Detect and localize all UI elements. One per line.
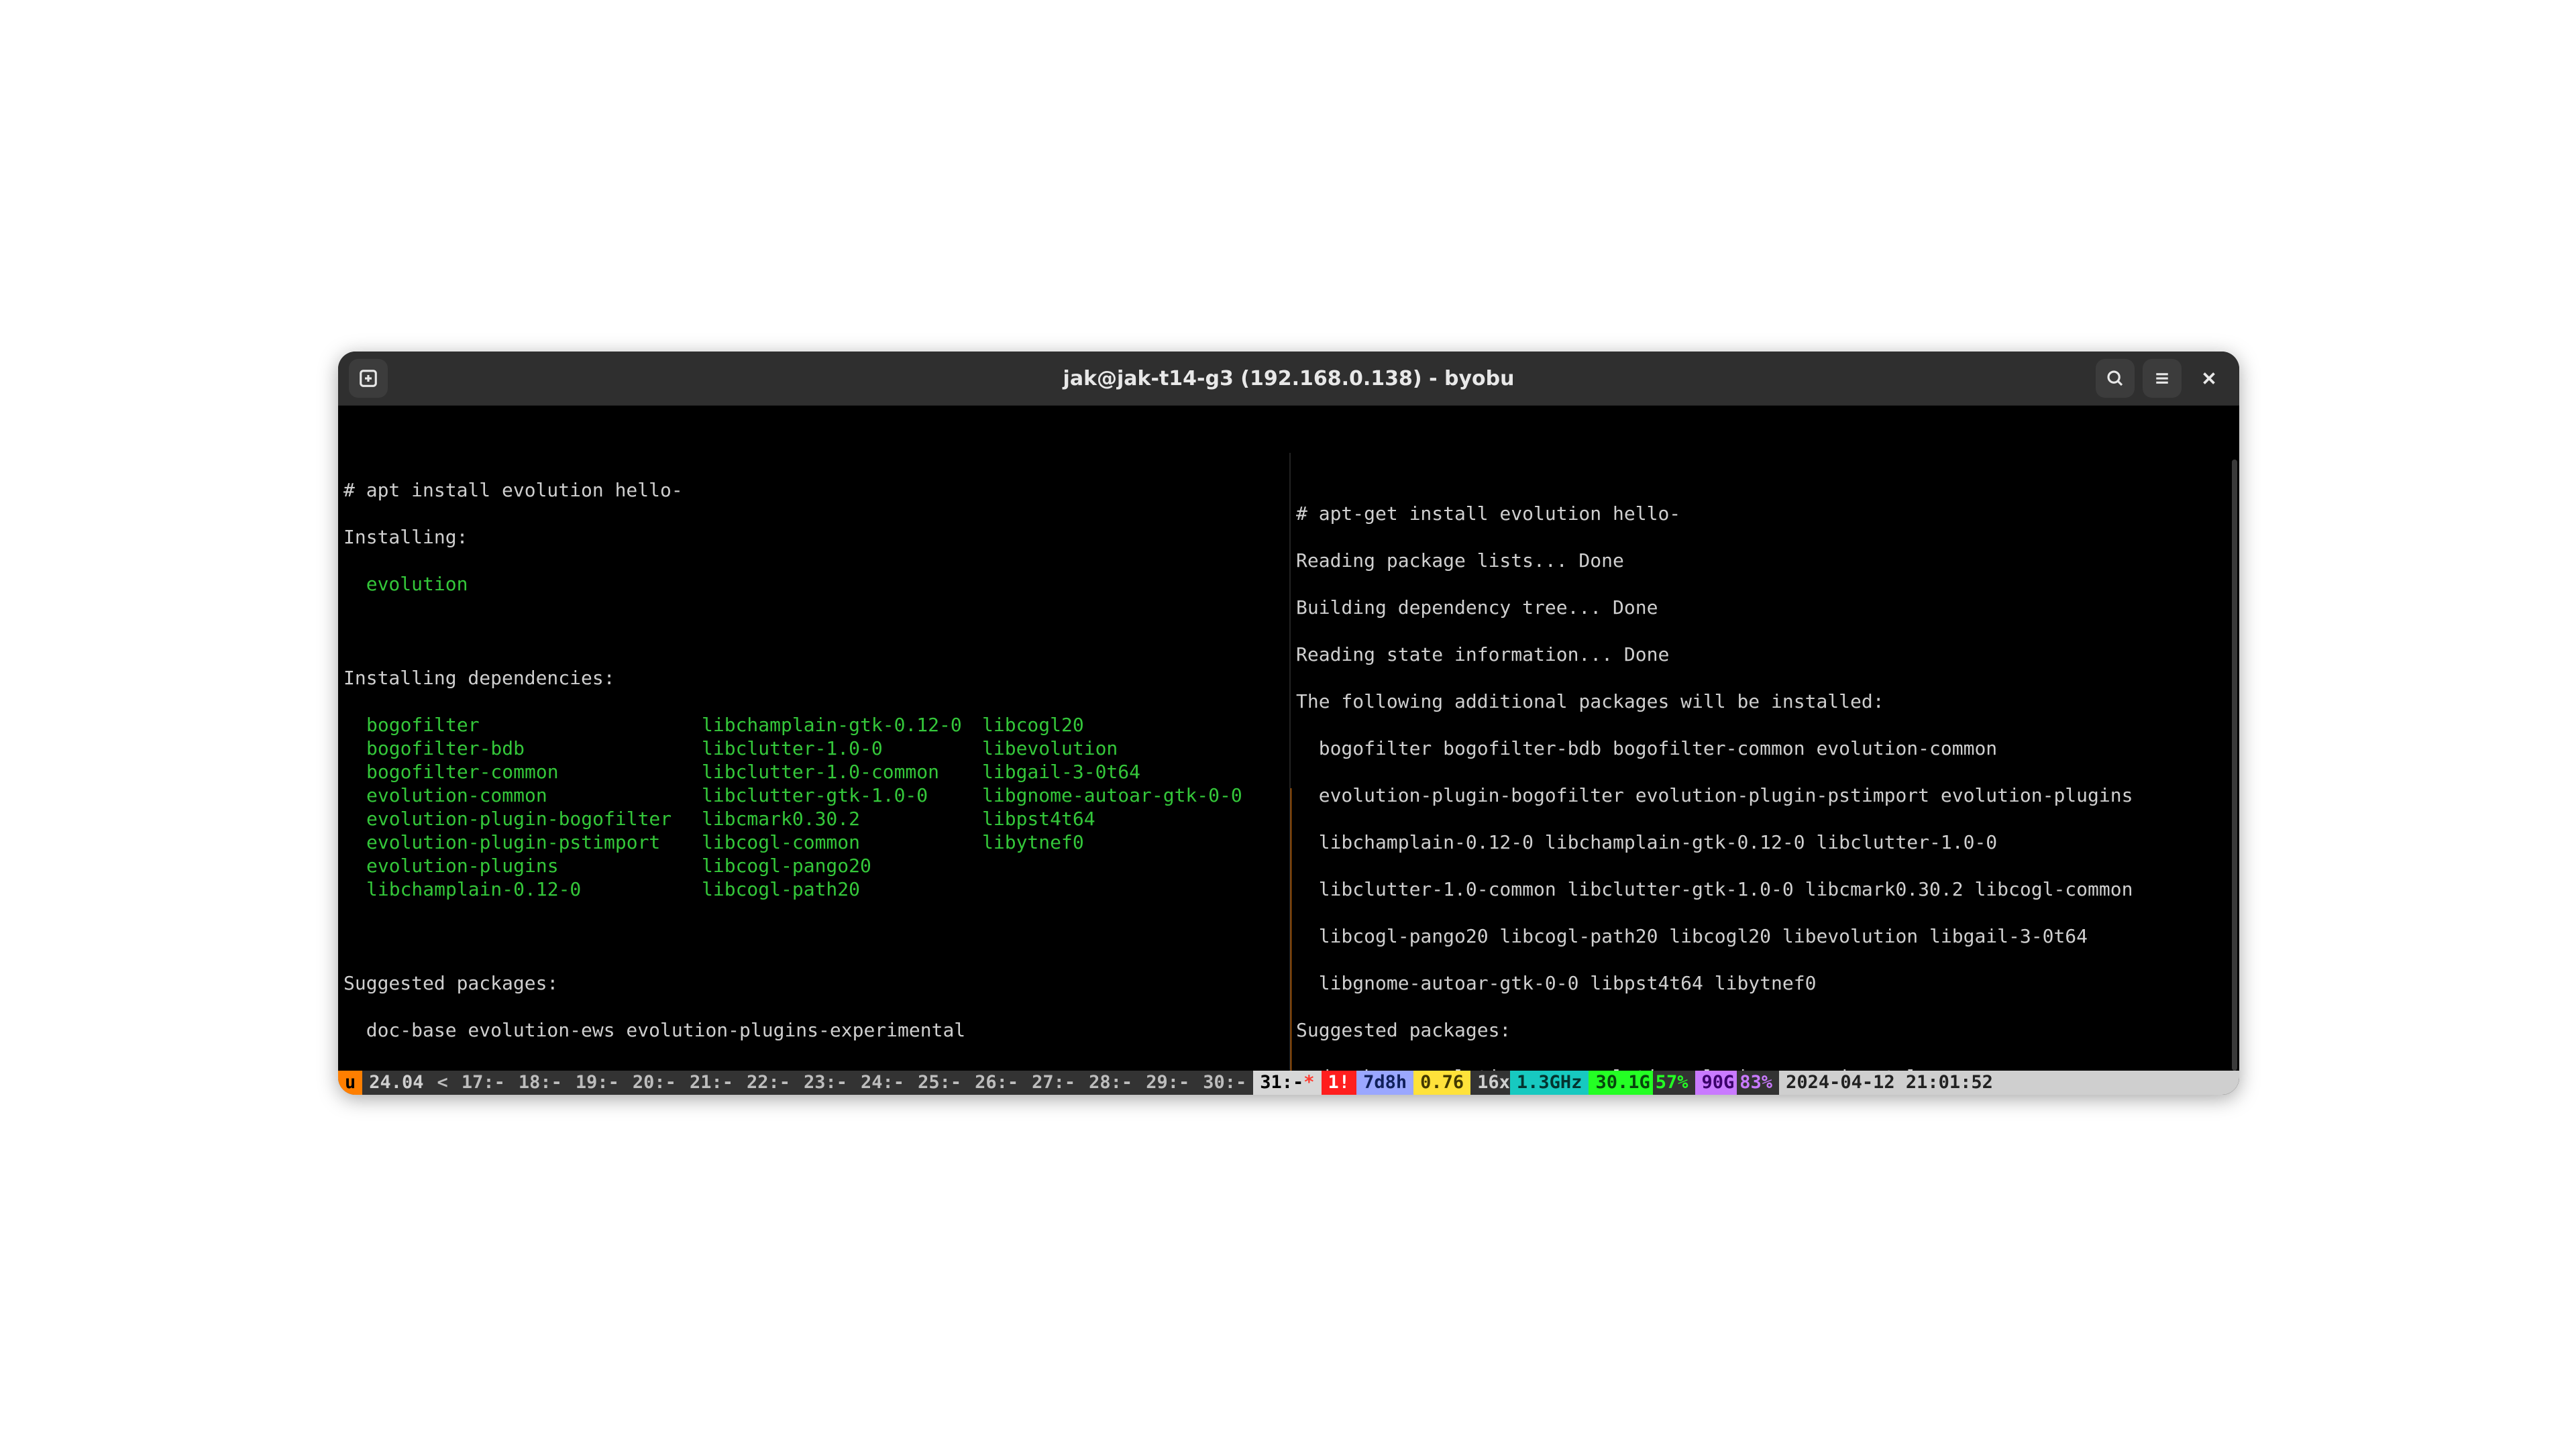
text: libchamplain-0.12-0 libchamplain-gtk-0.1… <box>1296 830 2234 854</box>
window-tab[interactable]: 23:- <box>797 1071 854 1095</box>
pkg: evolution-common <box>343 784 679 807</box>
load-avg: 0.76 <box>1413 1071 1470 1095</box>
scrollbar-thumb[interactable] <box>2232 460 2237 1071</box>
window-tab[interactable]: 17:- <box>455 1071 512 1095</box>
cmd-line: # apt-get install evolution hello- <box>1296 502 2234 525</box>
window-tab[interactable]: 25:- <box>911 1071 968 1095</box>
text: Reading state information... Done <box>1296 643 2234 666</box>
pkg: evolution-plugins <box>343 854 679 877</box>
cpu-cores: 16x <box>1470 1071 1510 1095</box>
hamburger-icon <box>2152 368 2172 388</box>
terminal-body[interactable]: # apt install evolution hello- Installin… <box>338 406 2239 1095</box>
window-tab[interactable]: 26:- <box>968 1071 1025 1095</box>
pkg: libgail-3-0t64 <box>959 760 1284 784</box>
pkg: libclutter-gtk-1.0-0 <box>679 784 959 807</box>
pkg: libclutter-1.0-0 <box>679 737 959 760</box>
text: Building dependency tree... Done <box>1296 596 2234 619</box>
cpu-freq: 1.3GHz <box>1510 1071 1589 1095</box>
pkg <box>959 854 1284 877</box>
pkg: evolution-plugin-bogofilter <box>343 807 679 830</box>
menu-button[interactable] <box>2143 359 2182 398</box>
window-tab[interactable]: 20:- <box>626 1071 683 1095</box>
text: evolution-plugin-bogofilter evolution-pl… <box>1296 784 2234 807</box>
pkg: libcmark0.30.2 <box>679 807 959 830</box>
os-version: 24.04 <box>362 1071 430 1095</box>
window-tab[interactable]: 19:- <box>569 1071 626 1095</box>
search-button[interactable] <box>2096 359 2135 398</box>
titlebar: jak@jak-t14-g3 (192.168.0.138) - byobu <box>338 352 2239 406</box>
new-tab-button[interactable] <box>349 359 388 398</box>
pkg: libgnome-autoar-gtk-0-0 <box>959 784 1284 807</box>
label: Installing: <box>343 525 1284 549</box>
close-icon <box>2199 368 2219 388</box>
pkg <box>959 877 1284 901</box>
pkg: libytnef0 <box>959 830 1284 854</box>
pkg: bogofilter-bdb <box>343 737 679 760</box>
text: doc-base evolution-ews evolution-plugins… <box>343 1018 1284 1042</box>
windows-scroll-left[interactable]: < <box>431 1071 455 1095</box>
pkg: libcogl-pango20 <box>679 854 959 877</box>
pkg: libchamplain-gtk-0.12-0 <box>679 713 959 737</box>
text: Reading package lists... Done <box>1296 549 2234 572</box>
close-button[interactable] <box>2190 359 2229 398</box>
cmd-line: # apt install evolution hello- <box>343 478 1284 502</box>
terminal-window: jak@jak-t14-g3 (192.168.0.138) - byobu #… <box>338 352 2239 1095</box>
window-tab[interactable]: 18:- <box>512 1071 569 1095</box>
uptime: 7d8h <box>1356 1071 1413 1095</box>
text: The following additional packages will b… <box>1296 690 2234 713</box>
window-tab[interactable]: 28:- <box>1082 1071 1139 1095</box>
pkg: libchamplain-0.12-0 <box>343 877 679 901</box>
text: Suggested packages: <box>1296 1018 2234 1042</box>
pkg: evolution <box>343 572 1284 596</box>
window-tab[interactable]: 22:- <box>740 1071 797 1095</box>
distro-badge: u <box>338 1071 362 1095</box>
window-tab[interactable]: 21:- <box>683 1071 740 1095</box>
label: Suggested packages: <box>343 971 1284 995</box>
pkg: libcogl-path20 <box>679 877 959 901</box>
pkg: evolution-plugin-pstimport <box>343 830 679 854</box>
alerts-badge: 1! <box>1322 1071 1357 1095</box>
pkg: libcogl20 <box>959 713 1284 737</box>
scrollbar[interactable] <box>2232 460 2237 1071</box>
pkg: libcogl-common <box>679 830 959 854</box>
disk-usage: 30.1G57% <box>1589 1071 1695 1095</box>
window-tab-active[interactable]: 31:-* <box>1253 1071 1321 1095</box>
search-icon <box>2105 368 2125 388</box>
text: bogofilter bogofilter-bdb bogofilter-com… <box>1296 737 2234 760</box>
label: Installing dependencies: <box>343 666 1284 690</box>
deps-grid: bogofilterlibchamplain-gtk-0.12-0libcogl… <box>343 713 1284 901</box>
text: libgnome-autoar-gtk-0-0 libpst4t64 libyt… <box>1296 971 2234 995</box>
window-tab[interactable]: 27:- <box>1025 1071 1082 1095</box>
memory-usage: 90G83% <box>1695 1071 1780 1095</box>
pane-right[interactable]: # apt-get install evolution hello- Readi… <box>1291 453 2239 1095</box>
clock: 2024-04-12 21:01:52 <box>1779 1071 2000 1095</box>
text: libcogl-pango20 libcogl-path20 libcogl20… <box>1296 924 2234 948</box>
window-tab[interactable]: 29:- <box>1139 1071 1196 1095</box>
pkg: bogofilter <box>343 713 679 737</box>
text: libclutter-1.0-common libclutter-gtk-1.0… <box>1296 877 2234 901</box>
pkg: bogofilter-common <box>343 760 679 784</box>
pane-left[interactable]: # apt install evolution hello- Installin… <box>338 453 1291 1095</box>
pkg: libclutter-1.0-common <box>679 760 959 784</box>
window-tab[interactable]: 30:- <box>1196 1071 1253 1095</box>
window-title: jak@jak-t14-g3 (192.168.0.138) - byobu <box>338 367 2239 390</box>
pkg: libpst4t64 <box>959 807 1284 830</box>
window-tab[interactable]: 24:- <box>854 1071 911 1095</box>
pkg: libevolution <box>959 737 1284 760</box>
byobu-statusbar: u 24.04 < 17:- 18:- 19:- 20:- 21:- 22:- … <box>338 1071 2239 1095</box>
